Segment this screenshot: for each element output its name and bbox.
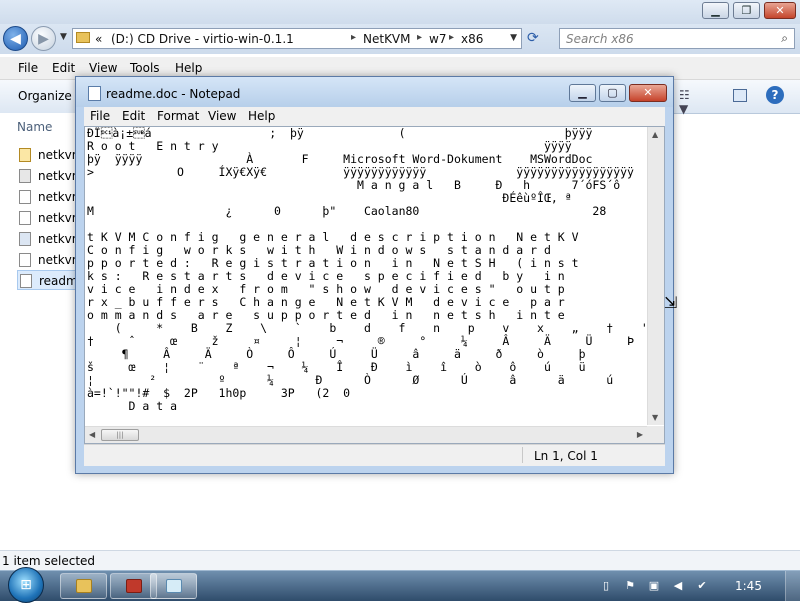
column-header-name[interactable]: Name [17, 120, 52, 134]
breadcrumb-w7[interactable]: w7 [429, 32, 446, 46]
text-file-icon [20, 274, 32, 288]
action-center-flag-icon[interactable]: ⚑ [624, 579, 636, 592]
notepad-menu-edit[interactable]: Edit [122, 109, 145, 123]
notepad-app-icon [88, 86, 101, 101]
horizontal-scroll-thumb[interactable]: ||| [101, 429, 139, 441]
file-item[interactable]: netkvm [17, 187, 83, 207]
menu-view[interactable]: View [89, 61, 117, 75]
taskbar: ⊞ ▯ ⚑ ▣ ◀ ✔ 1:45 [0, 567, 800, 603]
file-item[interactable]: netkvm [17, 145, 83, 165]
breadcrumb-separator-icon[interactable]: ▸ [351, 32, 356, 43]
search-placeholder: Search x86 [566, 32, 634, 46]
search-input[interactable]: Search x86 ⌕ [559, 28, 795, 49]
notepad-menubar: File Edit Format View Help [84, 107, 665, 126]
gear-file-icon [19, 169, 31, 183]
vertical-scrollbar[interactable]: ▲ ▼ [647, 127, 664, 425]
mouse-resize-cursor-icon: ⇲ [664, 293, 678, 312]
explorer-statusbar: 1 item selected [0, 550, 800, 571]
sys-file-icon [19, 232, 31, 246]
organize-button[interactable]: Organize [18, 89, 72, 103]
folder-icon [76, 579, 92, 593]
toolbox-icon [126, 579, 142, 593]
taskbar-explorer-button[interactable] [60, 573, 107, 599]
document-icon [19, 253, 31, 267]
selection-status: 1 item selected [2, 554, 96, 568]
taskbar-notepad-button[interactable] [150, 573, 197, 599]
cursor-position: Ln 1, Col 1 [534, 449, 598, 463]
catalog-icon [19, 211, 31, 225]
forward-button[interactable]: ▶ [31, 26, 56, 51]
notepad-text-area[interactable]: ÐÏà¡±á ; þÿ ( þÿÿÿ R o o t E n t r y ÿ… [84, 126, 665, 444]
address-dropdown-icon[interactable]: ▼ [510, 33, 517, 43]
scrollbar-corner [647, 426, 664, 443]
document-icon [19, 190, 31, 204]
breadcrumb-separator-icon[interactable]: ▸ [417, 32, 422, 43]
notepad-icon [166, 579, 182, 593]
menu-help[interactable]: Help [175, 61, 202, 75]
help-icon[interactable]: ? [766, 86, 784, 104]
scroll-right-icon[interactable]: ▶ [637, 430, 643, 439]
notepad-close-button[interactable]: ✕ [629, 84, 667, 102]
taskbar-clock[interactable]: 1:45 [735, 579, 762, 593]
inf-file-icon [19, 148, 31, 162]
scroll-down-icon[interactable]: ▼ [652, 413, 658, 422]
file-name: readm [39, 274, 78, 288]
notepad-menu-file[interactable]: File [90, 109, 110, 123]
preview-pane-icon[interactable] [733, 89, 747, 102]
breadcrumb-cd-drive[interactable]: (D:) CD Drive - virtio-win-0.1.1 [111, 32, 294, 46]
minimize-button[interactable]: ▁ [702, 2, 729, 19]
start-button[interactable]: ⊞ [8, 567, 44, 603]
menu-tools[interactable]: Tools [130, 61, 160, 75]
status-divider [522, 447, 523, 463]
file-item[interactable]: netkvm [17, 166, 83, 186]
breadcrumb-x86[interactable]: x86 [461, 32, 483, 46]
file-item[interactable]: netkvm [17, 229, 83, 249]
notepad-minimize-button[interactable]: ▁ [569, 84, 596, 102]
volume-muted-icon[interactable]: ◀ [672, 579, 684, 592]
maximize-button[interactable]: ❐ [733, 2, 760, 19]
notepad-titlebar[interactable]: readme.doc - Notepad ▁ ▢ ✕ [76, 77, 673, 107]
show-desktop-button[interactable] [785, 571, 800, 601]
breadcrumb-overflow[interactable]: « [95, 32, 102, 46]
network-icon[interactable]: ▣ [648, 579, 660, 592]
menu-file[interactable]: File [18, 61, 38, 75]
notepad-menu-view[interactable]: View [208, 109, 236, 123]
notepad-window[interactable]: readme.doc - Notepad ▁ ▢ ✕ File Edit For… [75, 76, 674, 474]
scroll-up-icon[interactable]: ▲ [652, 130, 658, 139]
back-button[interactable]: ◀ [3, 26, 28, 51]
refresh-icon[interactable]: ⟳ [527, 30, 539, 46]
scroll-left-icon[interactable]: ◀ [89, 430, 95, 439]
recent-pages-dropdown-icon[interactable]: ▼ [60, 32, 67, 42]
tray-document-icon[interactable]: ▯ [600, 579, 612, 592]
notepad-maximize-button[interactable]: ▢ [599, 84, 626, 102]
notepad-statusbar: Ln 1, Col 1 [84, 444, 665, 466]
search-icon[interactable]: ⌕ [781, 31, 788, 46]
views-icon[interactable]: ☷ ▼ [679, 88, 695, 116]
file-item[interactable]: netkvm [17, 208, 83, 228]
explorer-titlebar[interactable]: ▁ ❐ ✕ [0, 0, 800, 24]
address-bar[interactable]: « (D:) CD Drive - virtio-win-0.1.1 ▸ Net… [72, 28, 522, 49]
horizontal-scrollbar[interactable]: ◀ ||| ▶ [85, 426, 647, 443]
menu-edit[interactable]: Edit [52, 61, 75, 75]
address-bar-row: ◀ ▶ ▼ « (D:) CD Drive - virtio-win-0.1.1… [0, 24, 800, 54]
close-button[interactable]: ✕ [764, 2, 796, 19]
breadcrumb-separator-icon[interactable]: ▸ [449, 32, 454, 43]
breadcrumb-netkvm[interactable]: NetKVM [363, 32, 411, 46]
file-item-selected[interactable]: readm [17, 270, 83, 290]
security-shield-icon[interactable]: ✔ [696, 579, 708, 592]
document-content[interactable]: ÐÏà¡±á ; þÿ ( þÿÿÿ R o o t E n t r y ÿ… [87, 127, 645, 425]
folder-icon [76, 32, 90, 43]
notepad-menu-format[interactable]: Format [157, 109, 199, 123]
file-item[interactable]: netkvm [17, 250, 83, 270]
notepad-menu-help[interactable]: Help [248, 109, 275, 123]
notepad-title: readme.doc - Notepad [106, 87, 241, 101]
